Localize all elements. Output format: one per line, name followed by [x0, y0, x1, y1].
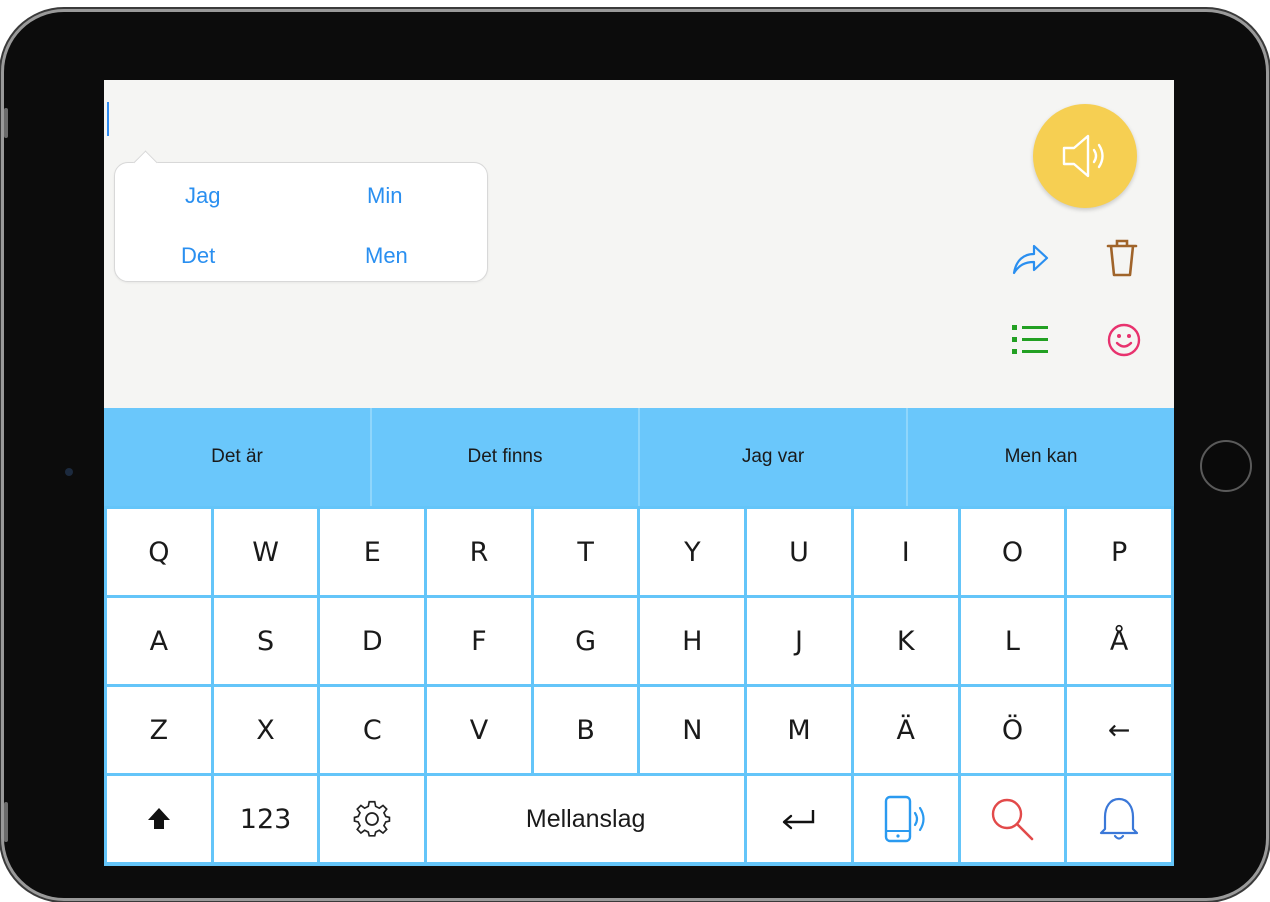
key-letter[interactable]: Y	[640, 509, 745, 595]
list-icon	[1012, 325, 1048, 354]
key-letter[interactable]: Ä	[853, 687, 958, 773]
phrase-suggestion-bar: Det är Det finns Jag var Men kan	[104, 408, 1174, 506]
phrase-suggestion[interactable]: Det är	[104, 408, 372, 506]
key-letter[interactable]: P	[1067, 509, 1171, 595]
return-icon	[782, 810, 815, 830]
text-caret	[107, 102, 109, 136]
phrase-suggestion[interactable]: Det finns	[372, 408, 640, 506]
key-letter[interactable]: H	[640, 598, 745, 684]
key-letter[interactable]: G	[533, 598, 638, 684]
smiley-icon	[1107, 323, 1141, 357]
bell-icon	[1100, 797, 1139, 840]
share-arrow-icon	[1012, 244, 1049, 275]
key-letter[interactable]: Å	[1067, 598, 1171, 684]
key-letter[interactable]: J	[747, 598, 851, 684]
key-letter[interactable]: K	[853, 598, 958, 684]
key-letter[interactable]: Z	[107, 687, 211, 773]
enter-key[interactable]	[747, 776, 851, 862]
numbers-key[interactable]: 123	[213, 776, 318, 862]
key-letter[interactable]: D	[320, 598, 425, 684]
suggestion-word[interactable]: Det	[181, 243, 215, 269]
suggestion-word[interactable]: Min	[367, 183, 402, 209]
share-button[interactable]	[1010, 238, 1050, 278]
gear-icon	[353, 800, 391, 837]
phrase-suggestion[interactable]: Men kan	[908, 408, 1174, 506]
suggestion-word[interactable]: Men	[365, 243, 408, 269]
key-letter[interactable]: E	[320, 509, 425, 595]
key-letter[interactable]: S	[213, 598, 318, 684]
key-letter[interactable]: V	[427, 687, 531, 773]
key-letter[interactable]: L	[960, 598, 1065, 684]
backspace-key[interactable]: ←	[1067, 687, 1171, 773]
key-letter[interactable]: Q	[107, 509, 211, 595]
ipad-side-button	[4, 108, 8, 138]
shift-icon	[147, 808, 170, 829]
settings-key[interactable]	[320, 776, 425, 862]
message-text-area[interactable]: Jag Min Det Men	[104, 80, 1174, 408]
search-icon	[992, 798, 1034, 841]
key-letter[interactable]: U	[747, 509, 851, 595]
phrase-list-button[interactable]	[1010, 320, 1050, 360]
key-letter[interactable]: A	[107, 598, 211, 684]
key-letter[interactable]: N	[640, 687, 745, 773]
delete-button[interactable]	[1102, 238, 1142, 278]
speak-button[interactable]	[1033, 104, 1137, 208]
space-key[interactable]: Mellanslag	[427, 776, 745, 862]
key-letter[interactable]: F	[427, 598, 531, 684]
ipad-frame: Jag Min Det Men Det är Det finns Jag var…	[4, 12, 1266, 898]
ipad-side-button	[4, 802, 8, 842]
trash-icon	[1106, 239, 1138, 277]
word-suggestion-popup: Jag Min Det Men	[114, 162, 488, 282]
phrase-suggestion[interactable]: Jag var	[640, 408, 908, 506]
keyboard: Q W E R T Y U I O P A S D F G H J K L Å …	[104, 506, 1174, 866]
shift-key[interactable]	[107, 776, 211, 862]
key-letter[interactable]: W	[213, 509, 318, 595]
emoji-button[interactable]	[1104, 320, 1144, 360]
key-letter[interactable]: Ö	[960, 687, 1065, 773]
search-key[interactable]	[960, 776, 1065, 862]
app-screen: Jag Min Det Men Det är Det finns Jag var…	[104, 80, 1174, 866]
speak-aloud-key[interactable]	[853, 776, 958, 862]
key-letter[interactable]: T	[533, 509, 638, 595]
key-letter[interactable]: X	[213, 687, 318, 773]
key-letter[interactable]: B	[533, 687, 638, 773]
key-letter[interactable]: M	[747, 687, 851, 773]
key-letter[interactable]: C	[320, 687, 425, 773]
alert-key[interactable]	[1067, 776, 1171, 862]
home-button[interactable]	[1200, 440, 1252, 492]
key-letter[interactable]: I	[853, 509, 958, 595]
phone-speaker-icon	[884, 795, 925, 843]
front-camera	[65, 468, 73, 476]
speaker-icon	[1062, 134, 1104, 178]
key-letter[interactable]: O	[960, 509, 1065, 595]
suggestion-word[interactable]: Jag	[185, 183, 220, 209]
key-letter[interactable]: R	[427, 509, 531, 595]
